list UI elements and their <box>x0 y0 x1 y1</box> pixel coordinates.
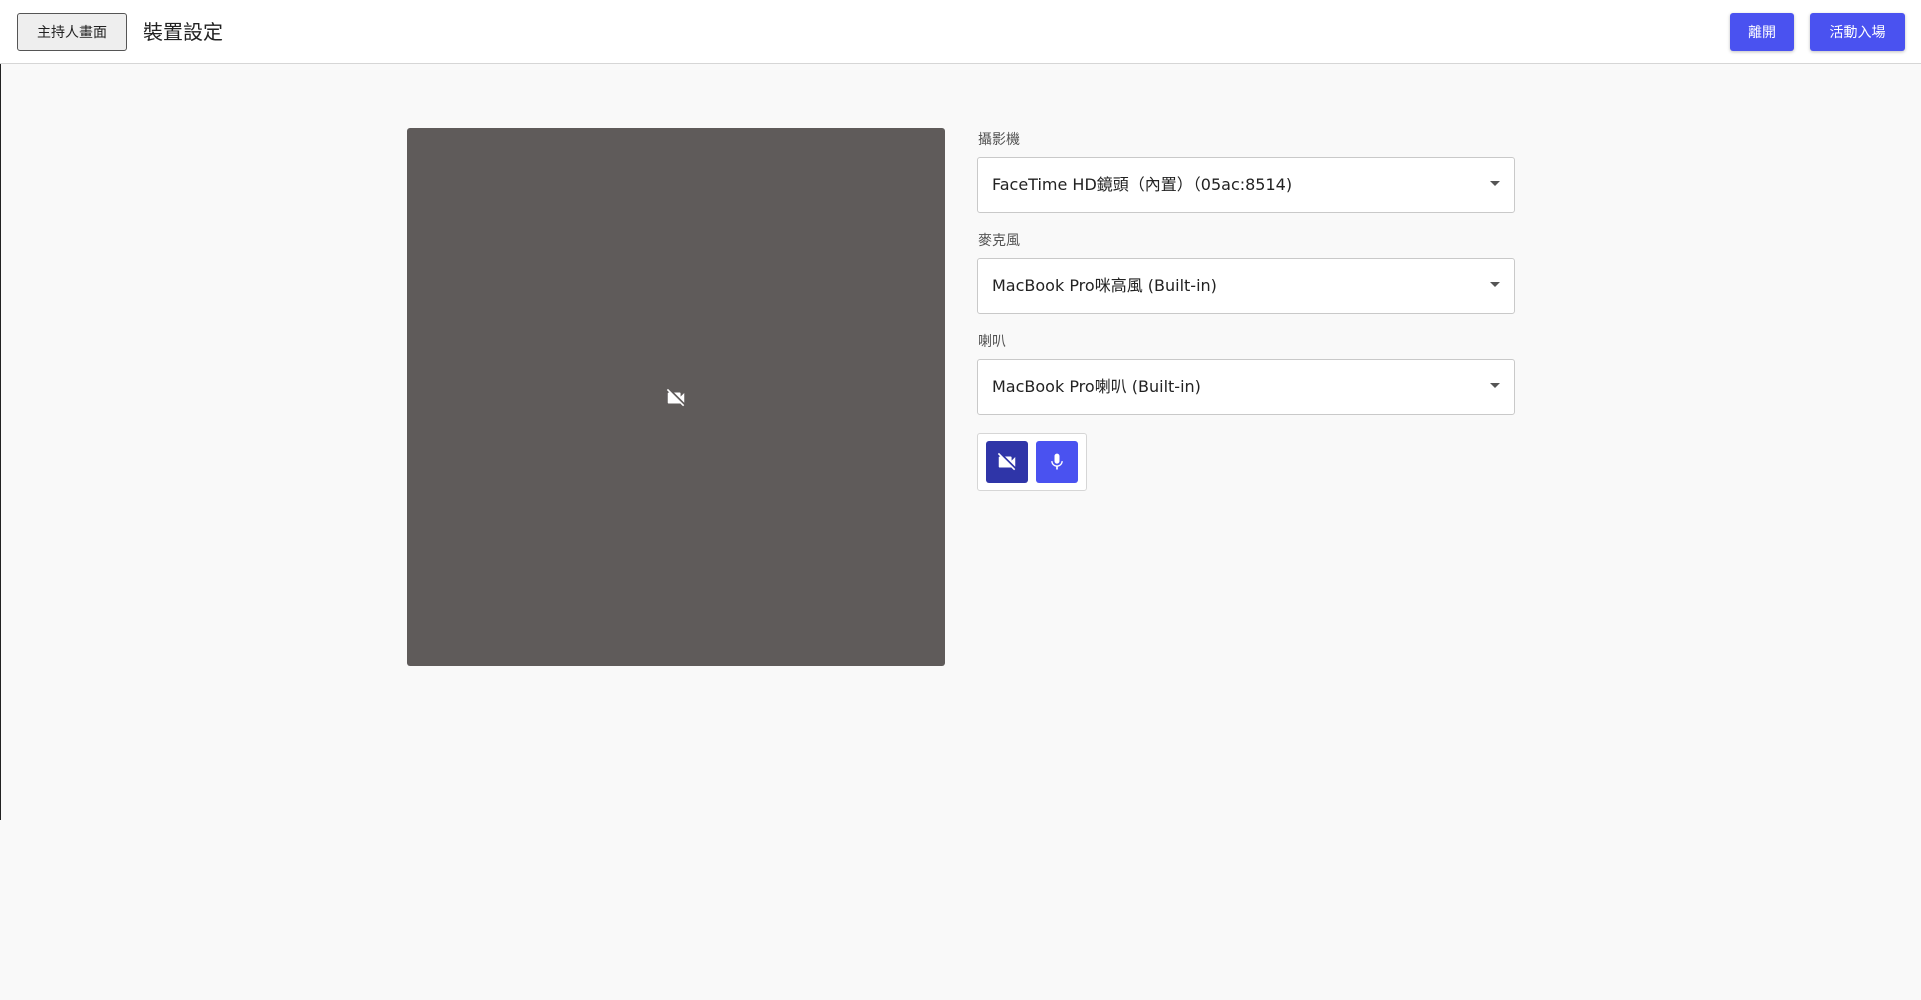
top-bar: 主持人畫面 裝置設定 離開 活動入場 <box>0 0 1921 64</box>
microphone-select-value: MacBook Pro咪高風 (Built-in) <box>992 276 1217 295</box>
enter-event-button[interactable]: 活動入場 <box>1810 13 1905 51</box>
leave-button[interactable]: 離開 <box>1730 13 1794 51</box>
speaker-select-value: MacBook Pro喇叭 (Built-in) <box>992 377 1201 396</box>
camera-select[interactable]: FaceTime HD鏡頭（內置）（05ac:8514) <box>977 157 1515 213</box>
speaker-select[interactable]: MacBook Pro喇叭 (Built-in) <box>977 359 1515 415</box>
microphone-icon <box>1051 453 1063 470</box>
camera-preview <box>407 128 945 666</box>
camera-label: 攝影機 <box>978 132 1020 148</box>
host-view-button[interactable]: 主持人畫面 <box>17 13 127 51</box>
media-toggle-group <box>977 433 1087 491</box>
microphone-select[interactable]: MacBook Pro咪高風 (Built-in) <box>977 258 1515 314</box>
window-left-edge <box>0 0 1 820</box>
video-off-icon <box>997 452 1016 471</box>
video-off-icon <box>666 388 685 407</box>
camera-select-value: FaceTime HD鏡頭（內置）（05ac:8514) <box>992 175 1293 194</box>
chevron-down-icon <box>1490 282 1500 287</box>
microphone-label: 麥克風 <box>978 233 1020 249</box>
speaker-label: 喇叭 <box>978 334 1006 350</box>
camera-toggle-button[interactable] <box>986 441 1028 483</box>
microphone-toggle-button[interactable] <box>1036 441 1078 483</box>
chevron-down-icon <box>1490 181 1500 186</box>
chevron-down-icon <box>1490 383 1500 388</box>
page-title: 裝置設定 <box>143 20 223 44</box>
